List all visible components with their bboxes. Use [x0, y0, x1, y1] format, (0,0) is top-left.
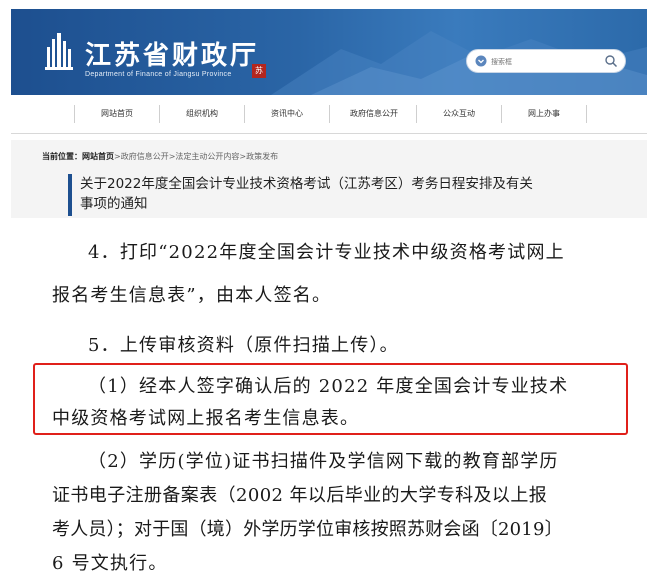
breadcrumb-item-policy[interactable]: 政策发布	[246, 152, 278, 161]
site-subtitle: Department of Finance of Jiangsu Provinc…	[85, 71, 232, 78]
body-text-line: （2）学历(学位)证书扫描件及学信网下载的教育部学历	[88, 451, 559, 472]
body-text-line: 5．上传审核资料（原件扫描上传）。	[88, 335, 399, 356]
site-header-banner: 江苏省财政厅 Department of Finance of Jiangsu …	[11, 9, 647, 95]
nav-divider	[244, 105, 245, 123]
nav-divider	[501, 105, 502, 123]
nav-item-interaction[interactable]: 公众互动	[443, 108, 475, 119]
nav-item-organization[interactable]: 组织机构	[186, 108, 218, 119]
title-accent-bar	[68, 174, 72, 216]
breadcrumb-separator: >	[114, 152, 121, 161]
article-title-line: 事项的通知	[80, 196, 148, 212]
nav-item-home[interactable]: 网站首页	[101, 108, 133, 119]
body-text-line: 中级资格考试网上报名考生信息表。	[52, 408, 360, 429]
logo-icon	[45, 33, 73, 70]
nav-divider	[74, 105, 75, 123]
breadcrumb-item-statutory[interactable]: 法定主动公开内容	[175, 152, 239, 161]
nav-divider	[329, 105, 330, 123]
nav-divider	[416, 105, 417, 123]
body-text-line: 证书电子注册备案表（2002 年以后毕业的大学专科及以上报	[52, 485, 548, 506]
search-box[interactable]	[466, 49, 626, 73]
article-title-line: 关于2022年度全国会计专业技术资格考试（江苏考区）考务日程安排及有关	[80, 176, 533, 192]
body-text-line: （1）经本人签字确认后的 2022 年度全国会计专业技术	[88, 376, 569, 397]
breadcrumb-item-gov-info[interactable]: 政府信息公开	[121, 152, 169, 161]
breadcrumb-item-home[interactable]: 网站首页	[82, 152, 114, 161]
seal-stamp-icon: 苏	[252, 64, 266, 78]
nav-item-news[interactable]: 资讯中心	[271, 108, 303, 119]
body-text-line: 6 号文执行。	[52, 553, 168, 574]
breadcrumb-prefix: 当前位置：	[42, 152, 82, 161]
nav-item-gov-info[interactable]: 政府信息公开	[350, 108, 398, 119]
main-nav: 网站首页 组织机构 资讯中心 政府信息公开 公众互动 网上办事	[11, 96, 647, 134]
chevron-down-icon[interactable]	[475, 54, 487, 68]
search-icon[interactable]	[604, 54, 618, 68]
article-title: 关于2022年度全国会计专业技术资格考试（江苏考区）考务日程安排及有关 事项的通…	[80, 174, 600, 214]
body-text-line: 4．打印“2022年度全国会计专业技术中级资格考试网上	[88, 242, 565, 263]
body-text-line: 考人员）；对于国（境）外学历学位审核按照苏财会函〔2019〕	[52, 519, 563, 540]
nav-divider	[586, 105, 587, 123]
nav-divider	[159, 105, 160, 123]
site-title[interactable]: 江苏省财政厅	[85, 35, 259, 72]
search-input[interactable]	[491, 54, 591, 69]
breadcrumb: 当前位置：网站首页>政府信息公开>法定主动公开内容>政策发布	[42, 151, 278, 162]
nav-item-online-service[interactable]: 网上办事	[528, 108, 560, 119]
body-text-line: 报名考生信息表”，由本人签名。	[52, 285, 332, 306]
